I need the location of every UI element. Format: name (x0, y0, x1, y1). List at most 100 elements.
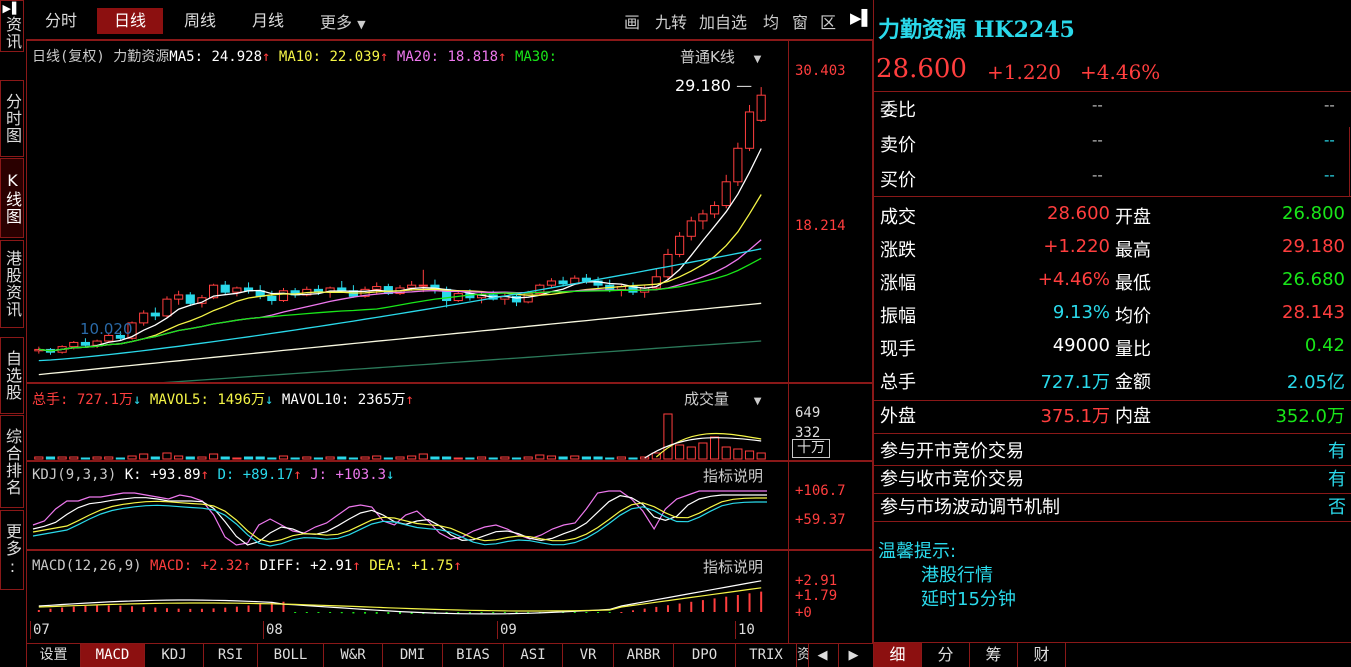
tab-1[interactable]: 日线 (97, 8, 163, 34)
indicator-tab-5[interactable]: W&R (323, 644, 382, 667)
tool-button-5[interactable]: 区 (820, 9, 836, 33)
macd-bar (247, 605, 250, 612)
order-value-1: -- (1092, 131, 1103, 149)
x-tick-label: 10 (738, 622, 755, 638)
candle-body (698, 213, 708, 222)
candle-body (337, 287, 347, 292)
indicator-tab-13[interactable]: 资 (796, 644, 808, 667)
indicator-tab-2[interactable]: KDJ (144, 644, 203, 667)
macd-bar (352, 612, 355, 614)
chevron-down-icon: ▼ (357, 18, 366, 31)
left-tab-2[interactable]: K线图 (0, 158, 24, 238)
volume-bar (558, 456, 568, 460)
candle-body (267, 295, 277, 302)
scroll-left-icon[interactable]: ◀ (808, 644, 836, 667)
stat-value-1: 28.600 (1047, 203, 1110, 224)
macd-header: MACD(12,26,9) MACD: +2.32↑ DIFF: +2.91↑ … (32, 558, 462, 574)
macd-ytick-2: +1.79 (795, 588, 838, 604)
volume-bar (581, 456, 591, 460)
volume-bar (104, 456, 114, 460)
volume-bar (453, 457, 463, 460)
volume-bar (500, 456, 510, 460)
indicator-tab-12[interactable]: TRIX (735, 644, 796, 667)
volume-bar (418, 453, 428, 460)
kline-ytick-top: 30.403 (795, 63, 846, 79)
indicator-tab-10[interactable]: ARBR (613, 644, 673, 667)
stat-value-1: 9.13% (1052, 302, 1110, 323)
tab-2[interactable]: 周线 (172, 8, 228, 34)
left-tab-1[interactable]: 分时图 (0, 80, 24, 157)
candlestick-chart (34, 87, 766, 382)
macd-bar (597, 612, 600, 613)
kdj-help-link[interactable]: 指标说明 (703, 465, 763, 486)
tab-0[interactable]: 分时 (38, 8, 84, 34)
indicator-tab-9[interactable]: VR (562, 644, 613, 667)
indicator-tab-6[interactable]: DMI (382, 644, 442, 667)
stat-value-2: 2.05亿 (1286, 372, 1345, 393)
macd-bar (317, 612, 320, 613)
left-tab-3[interactable]: 港股资讯 (0, 240, 24, 328)
kdj-d-label: D: +89.17 (217, 467, 294, 483)
macd-bar (713, 598, 716, 612)
volume-bar (232, 457, 242, 460)
volume-bar (709, 436, 720, 460)
tool-button-0[interactable]: 画 (624, 9, 640, 33)
indicator-tab-0[interactable]: 设置 (26, 644, 80, 667)
macd-diff-line (38, 580, 762, 615)
tool-button-1[interactable]: 九转 (655, 9, 687, 33)
stock-name: 力勤资源 (878, 17, 967, 43)
info-tab-2[interactable]: 筹 (970, 643, 1018, 667)
candle-body (546, 280, 557, 286)
indicator-tab-11[interactable]: DPO (673, 644, 735, 667)
macd-bar (119, 605, 122, 612)
left-tab-label: 分时图 (3, 93, 22, 144)
more-label: 更多 (320, 13, 353, 32)
left-tab-6[interactable]: 更多: (0, 510, 24, 590)
macd-name: MACD(12,26,9) (32, 558, 142, 574)
info-tab-1[interactable]: 分 (922, 643, 970, 667)
order-label: 买价 (880, 170, 916, 191)
macd-bar (736, 595, 739, 612)
indicator-tab-3[interactable]: RSI (203, 644, 257, 667)
order-row: 买价 -- -- (880, 166, 1348, 196)
left-tab-5[interactable]: 综合排名 (0, 415, 24, 508)
candle-body (709, 205, 720, 215)
more-dropdown[interactable]: 更多 ▼ (320, 9, 366, 33)
volume-bar (80, 457, 91, 460)
macd-bar (608, 612, 611, 613)
candle-body (418, 284, 428, 287)
left-tab-0[interactable]: ▶▌ 资讯 (0, 0, 24, 52)
volume-bar (220, 456, 230, 460)
stat-row: 现手 49000 量比 0.42 (880, 335, 1348, 365)
indicator-tab-1[interactable]: MACD (80, 644, 144, 667)
macd-bar (725, 596, 728, 612)
scroll-right-icon[interactable]: ▶ (838, 644, 868, 667)
tool-button-3[interactable]: 均 (763, 9, 779, 33)
indicator-tab-8[interactable]: ASI (503, 644, 562, 667)
volume-bar (302, 456, 312, 460)
stat-value-2: 26.800 (1282, 203, 1345, 224)
price-change: +1.220 (987, 60, 1062, 84)
info-tab-3[interactable]: 财 (1018, 643, 1066, 667)
macd-bar (666, 605, 669, 612)
macd-bar (375, 612, 378, 614)
tool-button-2[interactable]: 加自选 (699, 9, 747, 33)
indicator-tab-7[interactable]: BIAS (442, 644, 503, 667)
macd-bar (655, 606, 658, 612)
indicator-tab-4[interactable]: BOLL (257, 644, 323, 667)
tab-3[interactable]: 月线 (244, 8, 292, 34)
volume-bar (733, 448, 743, 460)
info-tab-0[interactable]: 细 (874, 643, 922, 667)
stat-row: 涨幅 +4.46% 最低 26.680 (880, 269, 1348, 299)
macd-bar (224, 607, 227, 612)
x-tick-label: 07 (33, 622, 50, 638)
macd-bar (701, 600, 704, 612)
tool-button-4[interactable]: 窗 (792, 9, 808, 33)
left-tab-4[interactable]: 自选股 (0, 337, 24, 414)
macd-chart (37, 580, 763, 615)
candle-body (162, 298, 172, 317)
divider (873, 493, 1351, 494)
macd-bar (235, 606, 238, 612)
collapse-panel-icon[interactable]: ▶▌ (850, 9, 873, 27)
ma30-line (38, 257, 762, 352)
